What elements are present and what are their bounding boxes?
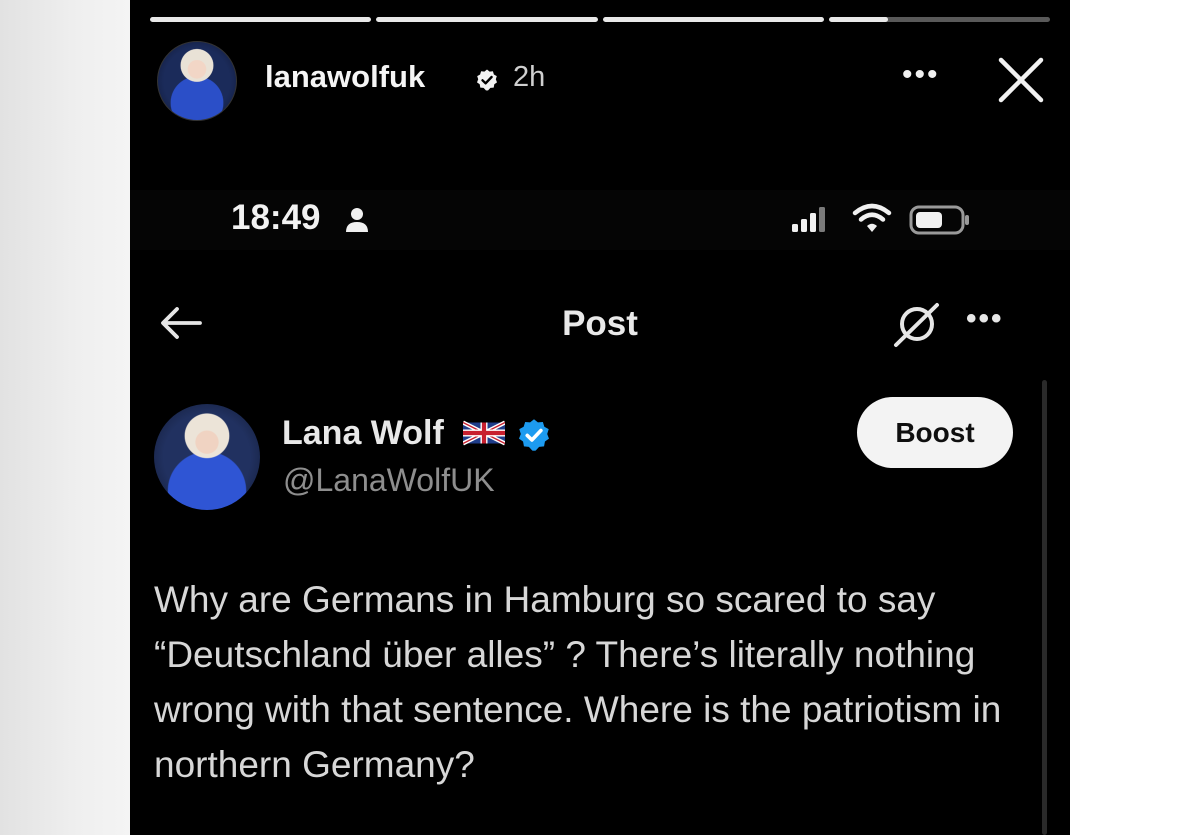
progress-segment	[828, 17, 1050, 22]
story-avatar[interactable]	[157, 41, 237, 121]
post-navbar: Post •••	[130, 290, 1070, 360]
person-icon	[346, 208, 368, 232]
progress-segment	[602, 17, 824, 22]
scrollbar[interactable]	[1042, 380, 1047, 835]
story-header: lanawolfuk 2h •••	[157, 40, 1050, 121]
story-more-button[interactable]: •••	[902, 58, 940, 92]
progress-fill	[150, 17, 372, 22]
wifi-icon	[852, 203, 892, 232]
post-panel: Lana Wolf @LanaWolfUK Boost Why are Germ…	[130, 372, 1070, 835]
progress-segment	[150, 17, 372, 22]
author-display-name[interactable]: Lana Wolf	[282, 414, 444, 453]
close-icon[interactable]	[995, 54, 1047, 106]
status-clock: 18:49	[231, 198, 321, 237]
progress-fill	[828, 17, 889, 22]
battery-icon	[909, 205, 969, 235]
signal-icon	[792, 207, 825, 232]
author-handle[interactable]: @LanaWolfUK	[283, 462, 495, 499]
progress-fill	[602, 17, 824, 22]
post-text: Why are Germans in Hamburg so scared to …	[154, 579, 1002, 785]
story-progress	[150, 17, 1050, 22]
boost-button[interactable]: Boost	[857, 397, 1013, 468]
author-avatar[interactable]	[154, 404, 260, 510]
post-more-button[interactable]: •••	[966, 302, 1004, 336]
story-time: 2h	[513, 61, 546, 93]
story-username[interactable]: lanawolfuk	[265, 59, 425, 95]
phone-status-bar: 18:49	[130, 190, 1070, 250]
progress-fill	[376, 17, 598, 22]
right-background	[1070, 0, 1200, 835]
story-viewer: lanawolfuk 2h ••• 18:49 Post ••• Lana Wo…	[130, 0, 1070, 835]
left-background	[0, 0, 130, 835]
uk-flag-icon	[463, 420, 505, 446]
blue-check-icon	[519, 419, 549, 451]
progress-segment	[376, 17, 598, 22]
grok-icon[interactable]	[892, 302, 940, 348]
verified-badge-icon	[477, 69, 497, 91]
